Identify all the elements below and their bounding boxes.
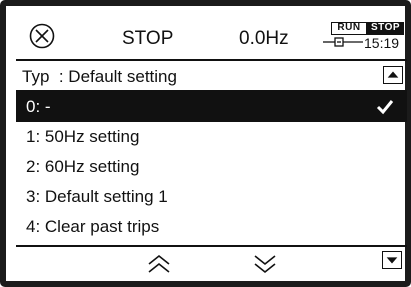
run-badge: RUN [331,22,367,35]
parameter-title: Typ : Default setting [22,67,177,86]
parameter-header: Typ : Default setting [16,61,407,90]
display-bezel: STOP 0.0Hz RUN STOP 15:19 Typ : Default … [0,0,411,287]
option-label: 1: 50Hz setting [26,127,140,146]
list-item-option-0[interactable]: 0: - [16,92,407,122]
list-item-option-2[interactable]: 2: 60Hz setting [16,152,407,182]
checkmark-icon [376,100,394,115]
scroll-up-indicator-icon[interactable] [383,66,403,84]
option-label: 3: Default setting 1 [26,187,168,206]
circle-x-icon [29,23,55,49]
drive-state: STOP [122,28,174,49]
footer-divider [16,245,407,247]
double-chevron-down-icon[interactable] [252,253,278,275]
option-label: 0: - [26,97,51,116]
double-chevron-up-icon[interactable] [146,253,172,275]
connection-icon [323,37,363,47]
list-item-option-4[interactable]: 4: Clear past trips [16,212,407,242]
option-label: 4: Clear past trips [26,217,160,236]
lcd-screen: STOP 0.0Hz RUN STOP 15:19 Typ : Default … [16,16,407,283]
output-frequency: 0.0Hz [239,28,289,49]
scroll-down-indicator-icon[interactable] [382,251,402,269]
stop-badge: STOP [367,22,404,35]
list-item-option-3[interactable]: 3: Default setting 1 [16,182,407,212]
status-bar: STOP 0.0Hz RUN STOP 15:19 [16,16,407,61]
list-item-option-1[interactable]: 1: 50Hz setting [16,122,407,152]
clock-time: 15:19 [364,35,400,51]
option-label: 2: 60Hz setting [26,157,140,176]
